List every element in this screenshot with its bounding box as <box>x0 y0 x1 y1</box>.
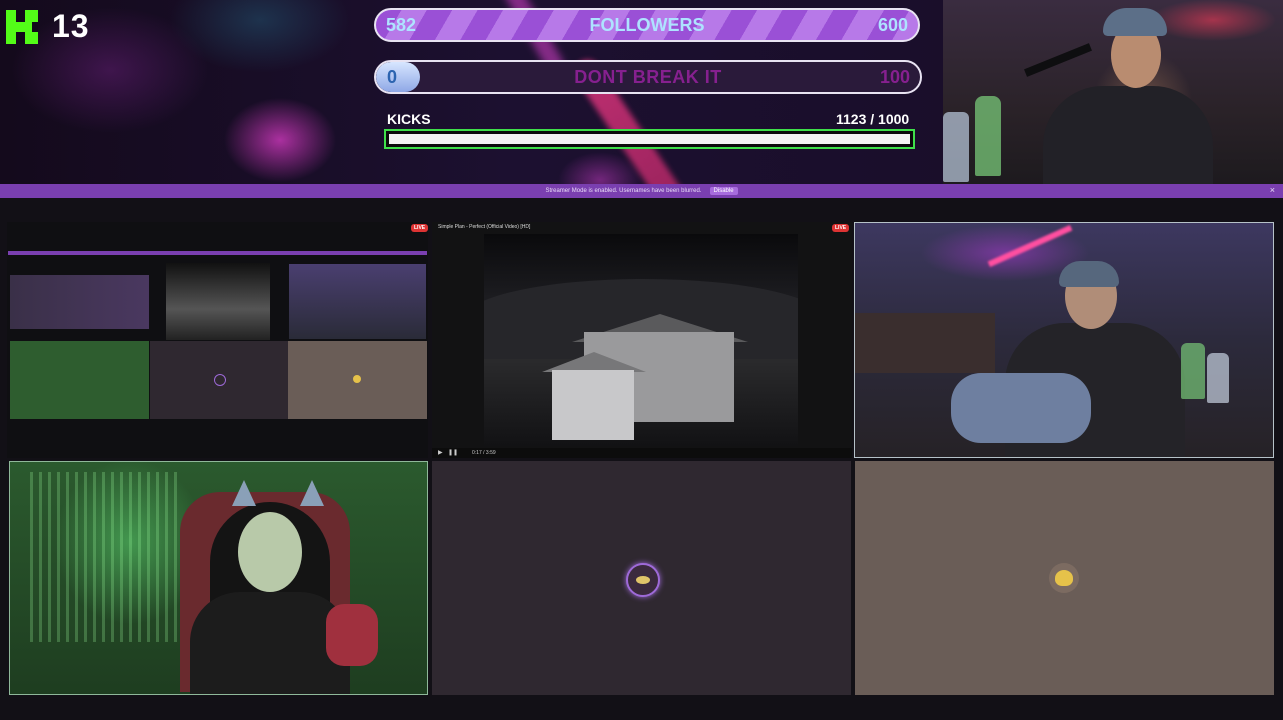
stream-overlay: 13 582 FOLLOWERS 600 0 DONT BREAK IT 100… <box>0 0 1283 184</box>
bottle <box>943 112 969 182</box>
neon-light <box>987 224 1073 268</box>
live-badge: LIVE <box>411 224 428 232</box>
plush-toy <box>326 604 378 666</box>
streamer-body <box>1043 86 1213 184</box>
video-frame <box>484 234 798 446</box>
video-controls: ▶ ❚❚ 0:17 / 3:59 <box>432 448 852 458</box>
play-icon[interactable]: ▶ <box>438 449 443 456</box>
streamer-legs <box>951 373 1091 443</box>
banner-message: Streamer Mode is enabled. Usernames have… <box>545 188 702 194</box>
viewer-count: 13 <box>52 8 90 44</box>
mini-tile <box>150 341 288 419</box>
kick-logo-icon <box>6 9 38 44</box>
streamer-cap <box>1059 261 1119 287</box>
guest-webcam-tile[interactable] <box>9 461 428 695</box>
offline-tile[interactable] <box>855 461 1274 695</box>
chick-icon <box>353 375 361 383</box>
mini-tile <box>288 341 427 419</box>
mini-tile <box>10 275 149 329</box>
streamer-cap <box>1103 8 1167 36</box>
offline-tile[interactable] <box>432 461 851 695</box>
kicks-progress-fill <box>389 134 910 144</box>
bottle <box>1181 343 1205 399</box>
dont-break-it-bar: 0 DONT BREAK IT 100 <box>374 60 922 94</box>
light-curtain <box>30 472 180 642</box>
dont-break-it-goal: 100 <box>879 66 910 87</box>
mini-tile <box>10 341 149 419</box>
cat-ear <box>232 480 256 506</box>
kicks-count: 1123 / 1000 <box>836 111 910 127</box>
shelf <box>855 313 995 373</box>
garage-roof <box>542 352 646 372</box>
garage <box>552 370 634 440</box>
video-player-tile[interactable]: Simple Plan - Perfect (Official Video) [… <box>432 222 852 458</box>
followers-goal: 600 <box>877 14 908 35</box>
close-icon[interactable]: × <box>1270 185 1275 195</box>
disable-button[interactable]: Disable <box>709 187 738 195</box>
kicks-label: KICKS <box>387 111 431 127</box>
streamer-webcam <box>943 0 1283 184</box>
video-time: 0:17 / 3:59 <box>472 450 496 456</box>
eye-icon <box>626 563 660 597</box>
video-title: Simple Plan - Perfect (Official Video) [… <box>438 224 531 230</box>
mini-banner <box>8 251 427 255</box>
streamer-webcam-tile[interactable] <box>854 222 1274 458</box>
eye-icon <box>214 374 226 386</box>
microphone-arm <box>1024 43 1092 77</box>
multiview-preview-tile[interactable]: LIVE <box>7 222 428 458</box>
guest-face <box>238 512 302 592</box>
live-badge: LIVE <box>832 224 850 232</box>
cat-ear <box>300 480 324 506</box>
chick-icon <box>1049 563 1079 593</box>
bottle <box>975 96 1001 176</box>
kicks-progress-bar <box>384 129 915 149</box>
bottle <box>1207 353 1229 403</box>
mini-tile <box>289 264 426 339</box>
pause-icon[interactable]: ❚❚ <box>448 449 458 456</box>
followers-label: FOLLOWERS <box>589 14 705 35</box>
followers-goal-bar: 582 FOLLOWERS 600 <box>374 8 920 42</box>
platform-brand: 13 <box>6 8 90 45</box>
dont-break-it-label: DONT BREAK IT <box>574 66 722 87</box>
streamer-mode-banner: Streamer Mode is enabled. Usernames have… <box>0 184 1283 198</box>
mini-tile <box>166 263 270 340</box>
